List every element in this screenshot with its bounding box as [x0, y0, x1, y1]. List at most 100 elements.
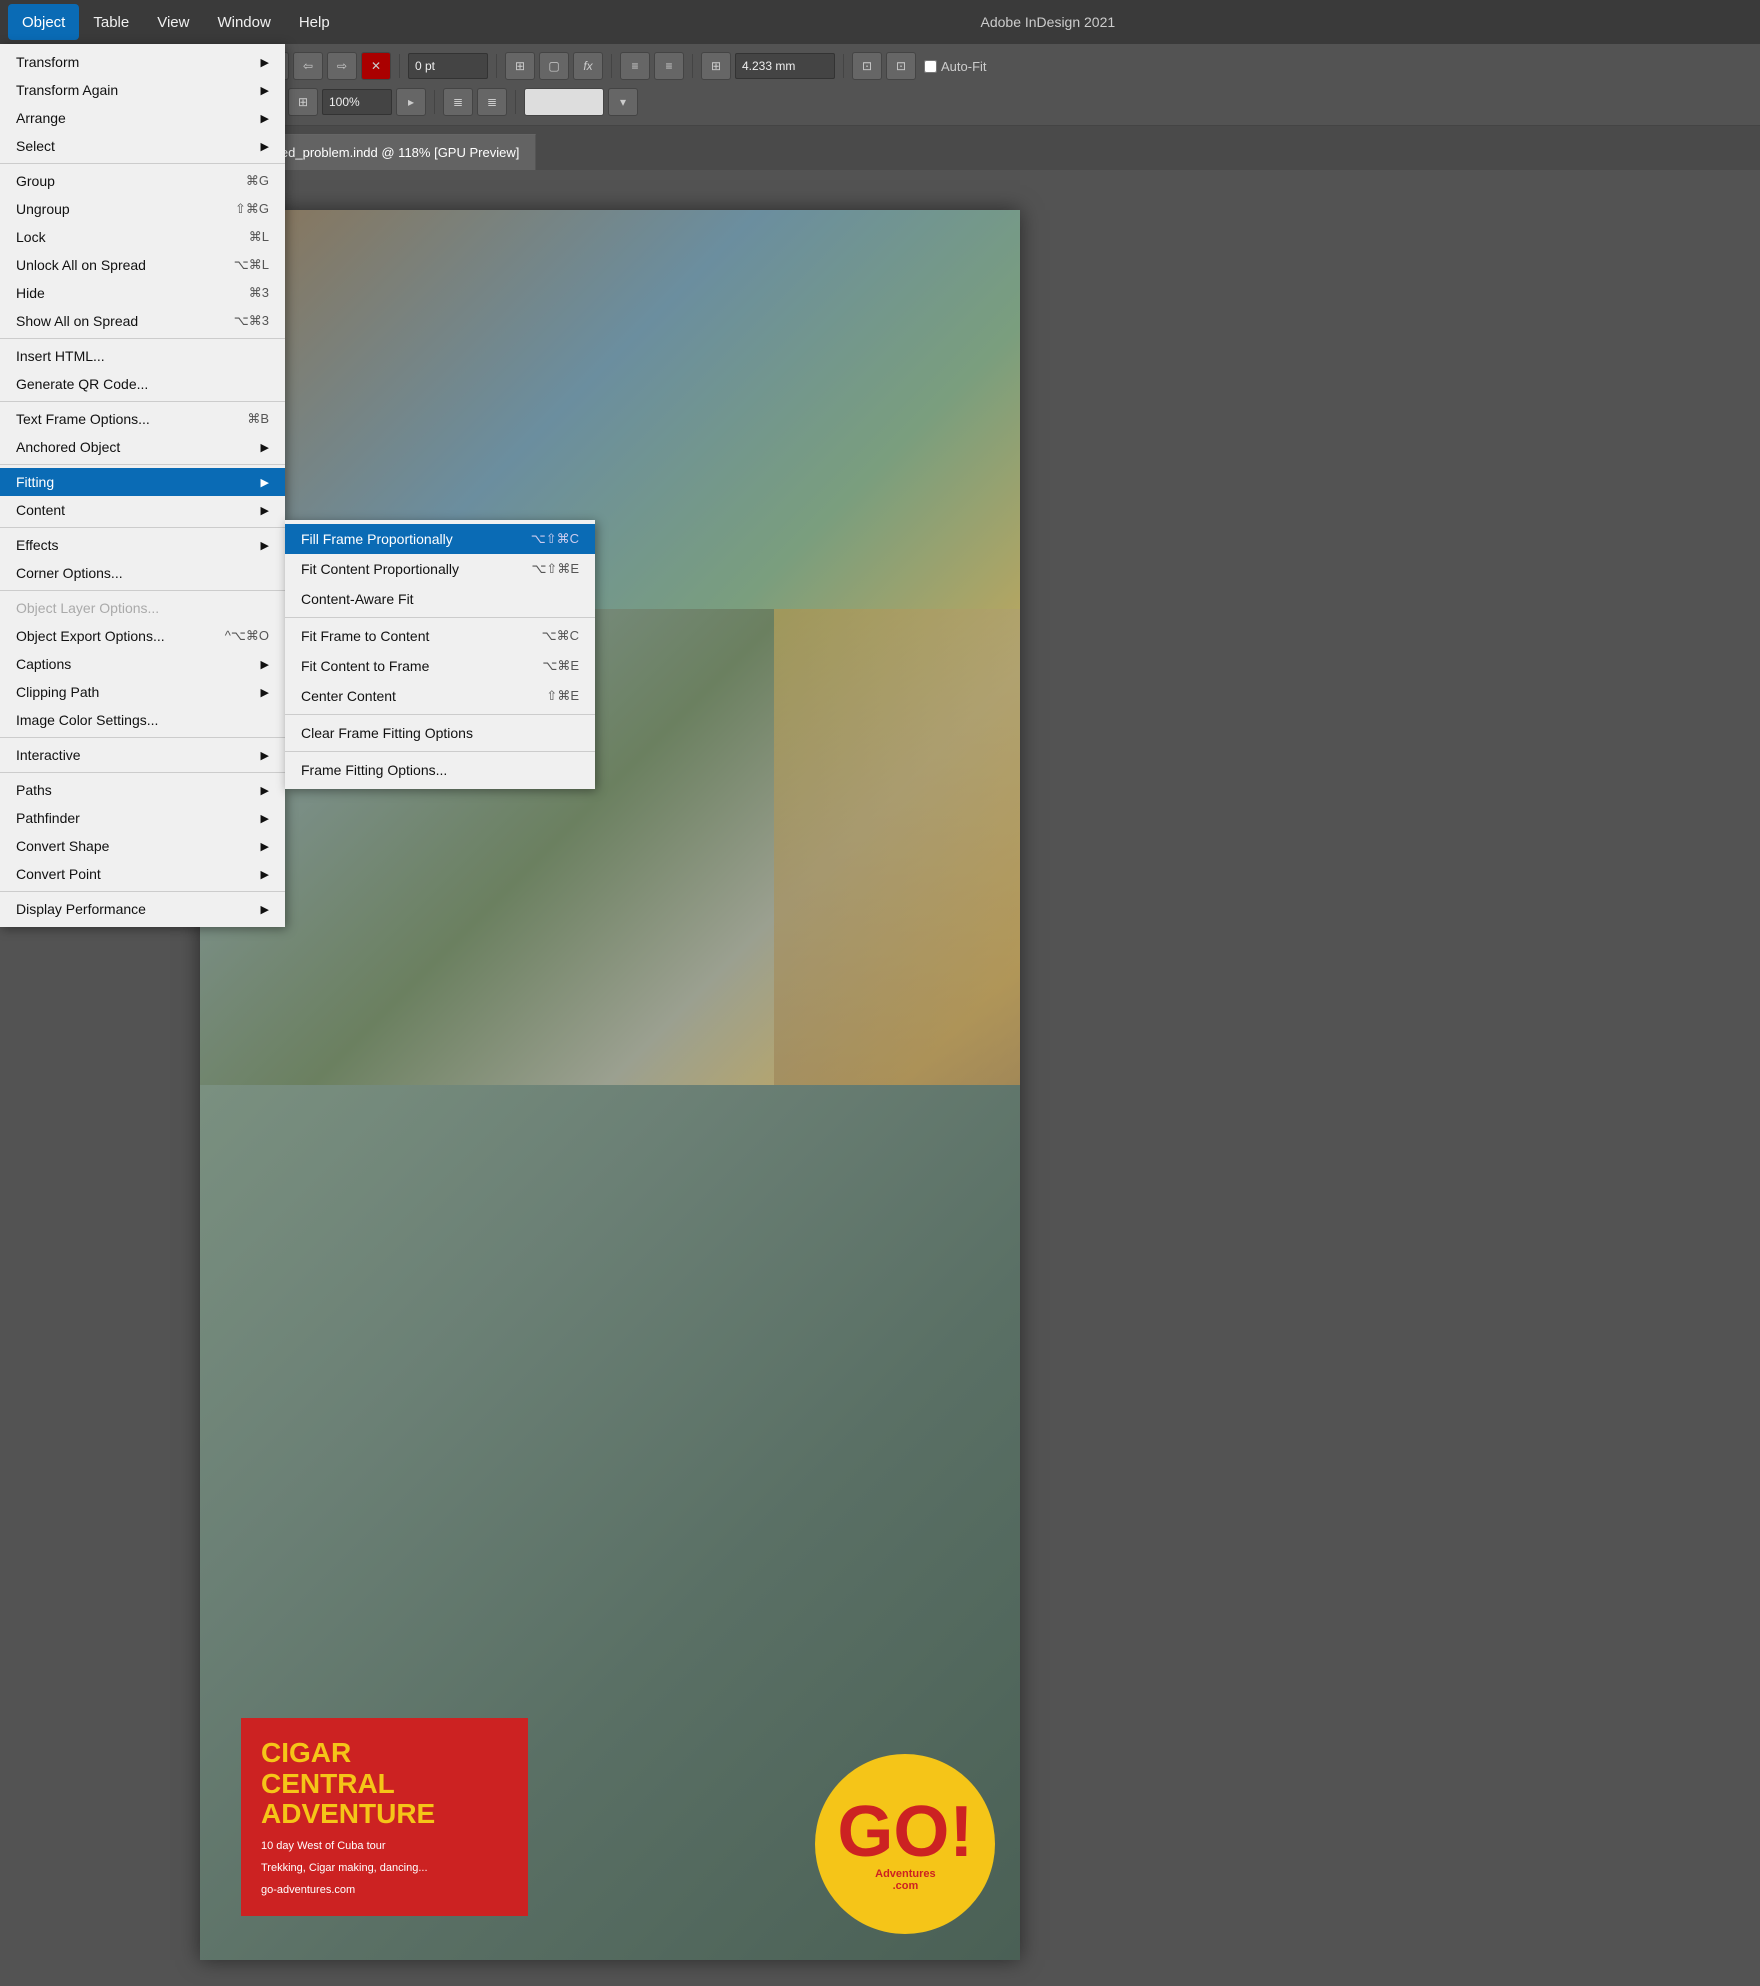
- menu-item-hide[interactable]: Hide ⌘3: [0, 279, 285, 307]
- arrow-icon: ▶: [261, 539, 269, 552]
- sep-5: [692, 54, 693, 78]
- menu-item-transform[interactable]: Transform ▶: [0, 48, 285, 76]
- cigar-box: CIGARCENTRALADVENTURE 10 day West of Cub…: [241, 1718, 528, 1916]
- go-text: GO!: [837, 1796, 973, 1868]
- toolbar-b7[interactable]: ⊞: [288, 88, 318, 116]
- menu-item-content[interactable]: Content ▶: [0, 496, 285, 524]
- menu-item-lock[interactable]: Lock ⌘L: [0, 223, 285, 251]
- menu-item-transform-again[interactable]: Transform Again ▶: [0, 76, 285, 104]
- arrow-icon: ▶: [261, 84, 269, 97]
- toolbar-zoom-arrow[interactable]: ▸: [396, 88, 426, 116]
- menu-item-interactive[interactable]: Interactive ▶: [0, 741, 285, 769]
- submenu-center-content[interactable]: Center Content ⇧⌘E: [285, 681, 595, 711]
- menu-item-show-all[interactable]: Show All on Spread ⌥⌘3: [0, 307, 285, 335]
- offset-input[interactable]: [408, 53, 488, 79]
- menu-item-convert-point[interactable]: Convert Point ▶: [0, 860, 285, 888]
- menu-item-generate-qr[interactable]: Generate QR Code...: [0, 370, 285, 398]
- menu-item-arrange[interactable]: Arrange ▶: [0, 104, 285, 132]
- menu-help[interactable]: Help: [285, 4, 344, 40]
- menu-item-unlock-all[interactable]: Unlock All on Spread ⌥⌘L: [0, 251, 285, 279]
- submenu-frame-fitting-options[interactable]: Frame Fitting Options...: [285, 755, 595, 785]
- menu-item-object-export-options[interactable]: Object Export Options... ^⌥⌘O: [0, 622, 285, 650]
- dotcom-text: .com: [893, 1880, 919, 1892]
- sep-6: [843, 54, 844, 78]
- arrow-icon: ▶: [261, 441, 269, 454]
- menu-item-effects[interactable]: Effects ▶: [0, 531, 285, 559]
- sep-4: [611, 54, 612, 78]
- object-dropdown-menu: Transform ▶ Transform Again ▶ Arrange ▶ …: [0, 44, 285, 927]
- toolbar-align-left[interactable]: ≡: [620, 52, 650, 80]
- submenu-divider-3: [285, 751, 595, 752]
- toolbar-frame[interactable]: ▢: [539, 52, 569, 80]
- submenu-fit-content-proportionally[interactable]: Fit Content Proportionally ⌥⇧⌘E: [285, 554, 595, 584]
- arrow-icon: ▶: [261, 140, 269, 153]
- toolbar-dropdown-arrow[interactable]: ▾: [608, 88, 638, 116]
- cuba-lower: CIGARCENTRALADVENTURE 10 day West of Cub…: [200, 1085, 1020, 1960]
- toolbar-ref-point[interactable]: ⊞: [701, 52, 731, 80]
- menu-item-captions[interactable]: Captions ▶: [0, 650, 285, 678]
- color-swatch-2[interactable]: [524, 88, 604, 116]
- submenu-fill-frame-proportionally[interactable]: Fill Frame Proportionally ⌥⇧⌘C: [285, 524, 595, 554]
- menu-item-group[interactable]: Group ⌘G: [0, 167, 285, 195]
- toolbar-b8[interactable]: ≣: [443, 88, 473, 116]
- sep-9: [434, 90, 435, 114]
- submenu-clear-frame-fitting[interactable]: Clear Frame Fitting Options: [285, 718, 595, 748]
- arrow-icon: ▶: [261, 749, 269, 762]
- divider-9: [0, 891, 285, 892]
- toolbar-fx[interactable]: fx: [573, 52, 603, 80]
- autofit-checkbox[interactable]: [924, 60, 937, 73]
- divider-6: [0, 590, 285, 591]
- menu-item-anchored-object[interactable]: Anchored Object ▶: [0, 433, 285, 461]
- divider-4: [0, 464, 285, 465]
- toolbar-arrow[interactable]: ⇦: [293, 52, 323, 80]
- arrow-icon: ▶: [261, 868, 269, 881]
- arrow-icon: ▶: [261, 504, 269, 517]
- divider-2: [0, 338, 285, 339]
- menu-item-paths[interactable]: Paths ▶: [0, 776, 285, 804]
- arrow-icon: ▶: [261, 658, 269, 671]
- fitting-submenu: Fill Frame Proportionally ⌥⇧⌘C Fit Conte…: [285, 520, 595, 789]
- toolbar-grid[interactable]: ⊞: [505, 52, 535, 80]
- cigar-sub-3: go-adventures.com: [261, 1884, 508, 1896]
- menu-item-object-layer-options[interactable]: Object Layer Options...: [0, 594, 285, 622]
- menu-item-convert-shape[interactable]: Convert Shape ▶: [0, 832, 285, 860]
- menu-item-pathfinder[interactable]: Pathfinder ▶: [0, 804, 285, 832]
- cigar-sub-2: Trekking, Cigar making, dancing...: [261, 1862, 508, 1874]
- toolbar-frame-2[interactable]: ⊡: [852, 52, 882, 80]
- dimension-input[interactable]: [735, 53, 835, 79]
- menu-table[interactable]: Table: [79, 4, 143, 40]
- menu-view[interactable]: View: [143, 4, 203, 40]
- toolbar-arrow2[interactable]: ⇨: [327, 52, 357, 80]
- sep-3: [496, 54, 497, 78]
- arrow-icon: ▶: [261, 784, 269, 797]
- menu-item-clipping-path[interactable]: Clipping Path ▶: [0, 678, 285, 706]
- menu-item-ungroup[interactable]: Ungroup ⇧⌘G: [0, 195, 285, 223]
- menu-item-insert-html[interactable]: Insert HTML...: [0, 342, 285, 370]
- divider-3: [0, 401, 285, 402]
- menu-object[interactable]: Object: [8, 4, 79, 40]
- menu-item-corner-options[interactable]: Corner Options...: [0, 559, 285, 587]
- menu-item-fitting[interactable]: Fitting ▶: [0, 468, 285, 496]
- submenu-divider-2: [285, 714, 595, 715]
- zoom-input[interactable]: [322, 89, 392, 115]
- arrow-icon: ▶: [261, 56, 269, 69]
- toolbar-align-center[interactable]: ≡: [654, 52, 684, 80]
- toolbar-preview[interactable]: ✕: [361, 52, 391, 80]
- menu-item-text-frame-options[interactable]: Text Frame Options... ⌘B: [0, 405, 285, 433]
- menu-item-display-performance[interactable]: Display Performance ▶: [0, 895, 285, 923]
- menu-window[interactable]: Window: [203, 4, 284, 40]
- toolbar-frame-3[interactable]: ⊡: [886, 52, 916, 80]
- submenu-fit-content-to-frame[interactable]: Fit Content to Frame ⌥⌘E: [285, 651, 595, 681]
- divider-5: [0, 527, 285, 528]
- cigar-title: CIGARCENTRALADVENTURE: [261, 1738, 508, 1830]
- submenu-fit-frame-to-content[interactable]: Fit Frame to Content ⌥⌘C: [285, 621, 595, 651]
- app-title: Adobe InDesign 2021: [344, 14, 1752, 30]
- arrow-icon: ▶: [261, 903, 269, 916]
- menu-item-image-color-settings[interactable]: Image Color Settings...: [0, 706, 285, 734]
- arrow-icon: ▶: [261, 686, 269, 699]
- menu-item-select[interactable]: Select ▶: [0, 132, 285, 160]
- sep-2: [399, 54, 400, 78]
- submenu-divider-1: [285, 617, 595, 618]
- submenu-content-aware-fit[interactable]: Content-Aware Fit: [285, 584, 595, 614]
- toolbar-b9[interactable]: ≣: [477, 88, 507, 116]
